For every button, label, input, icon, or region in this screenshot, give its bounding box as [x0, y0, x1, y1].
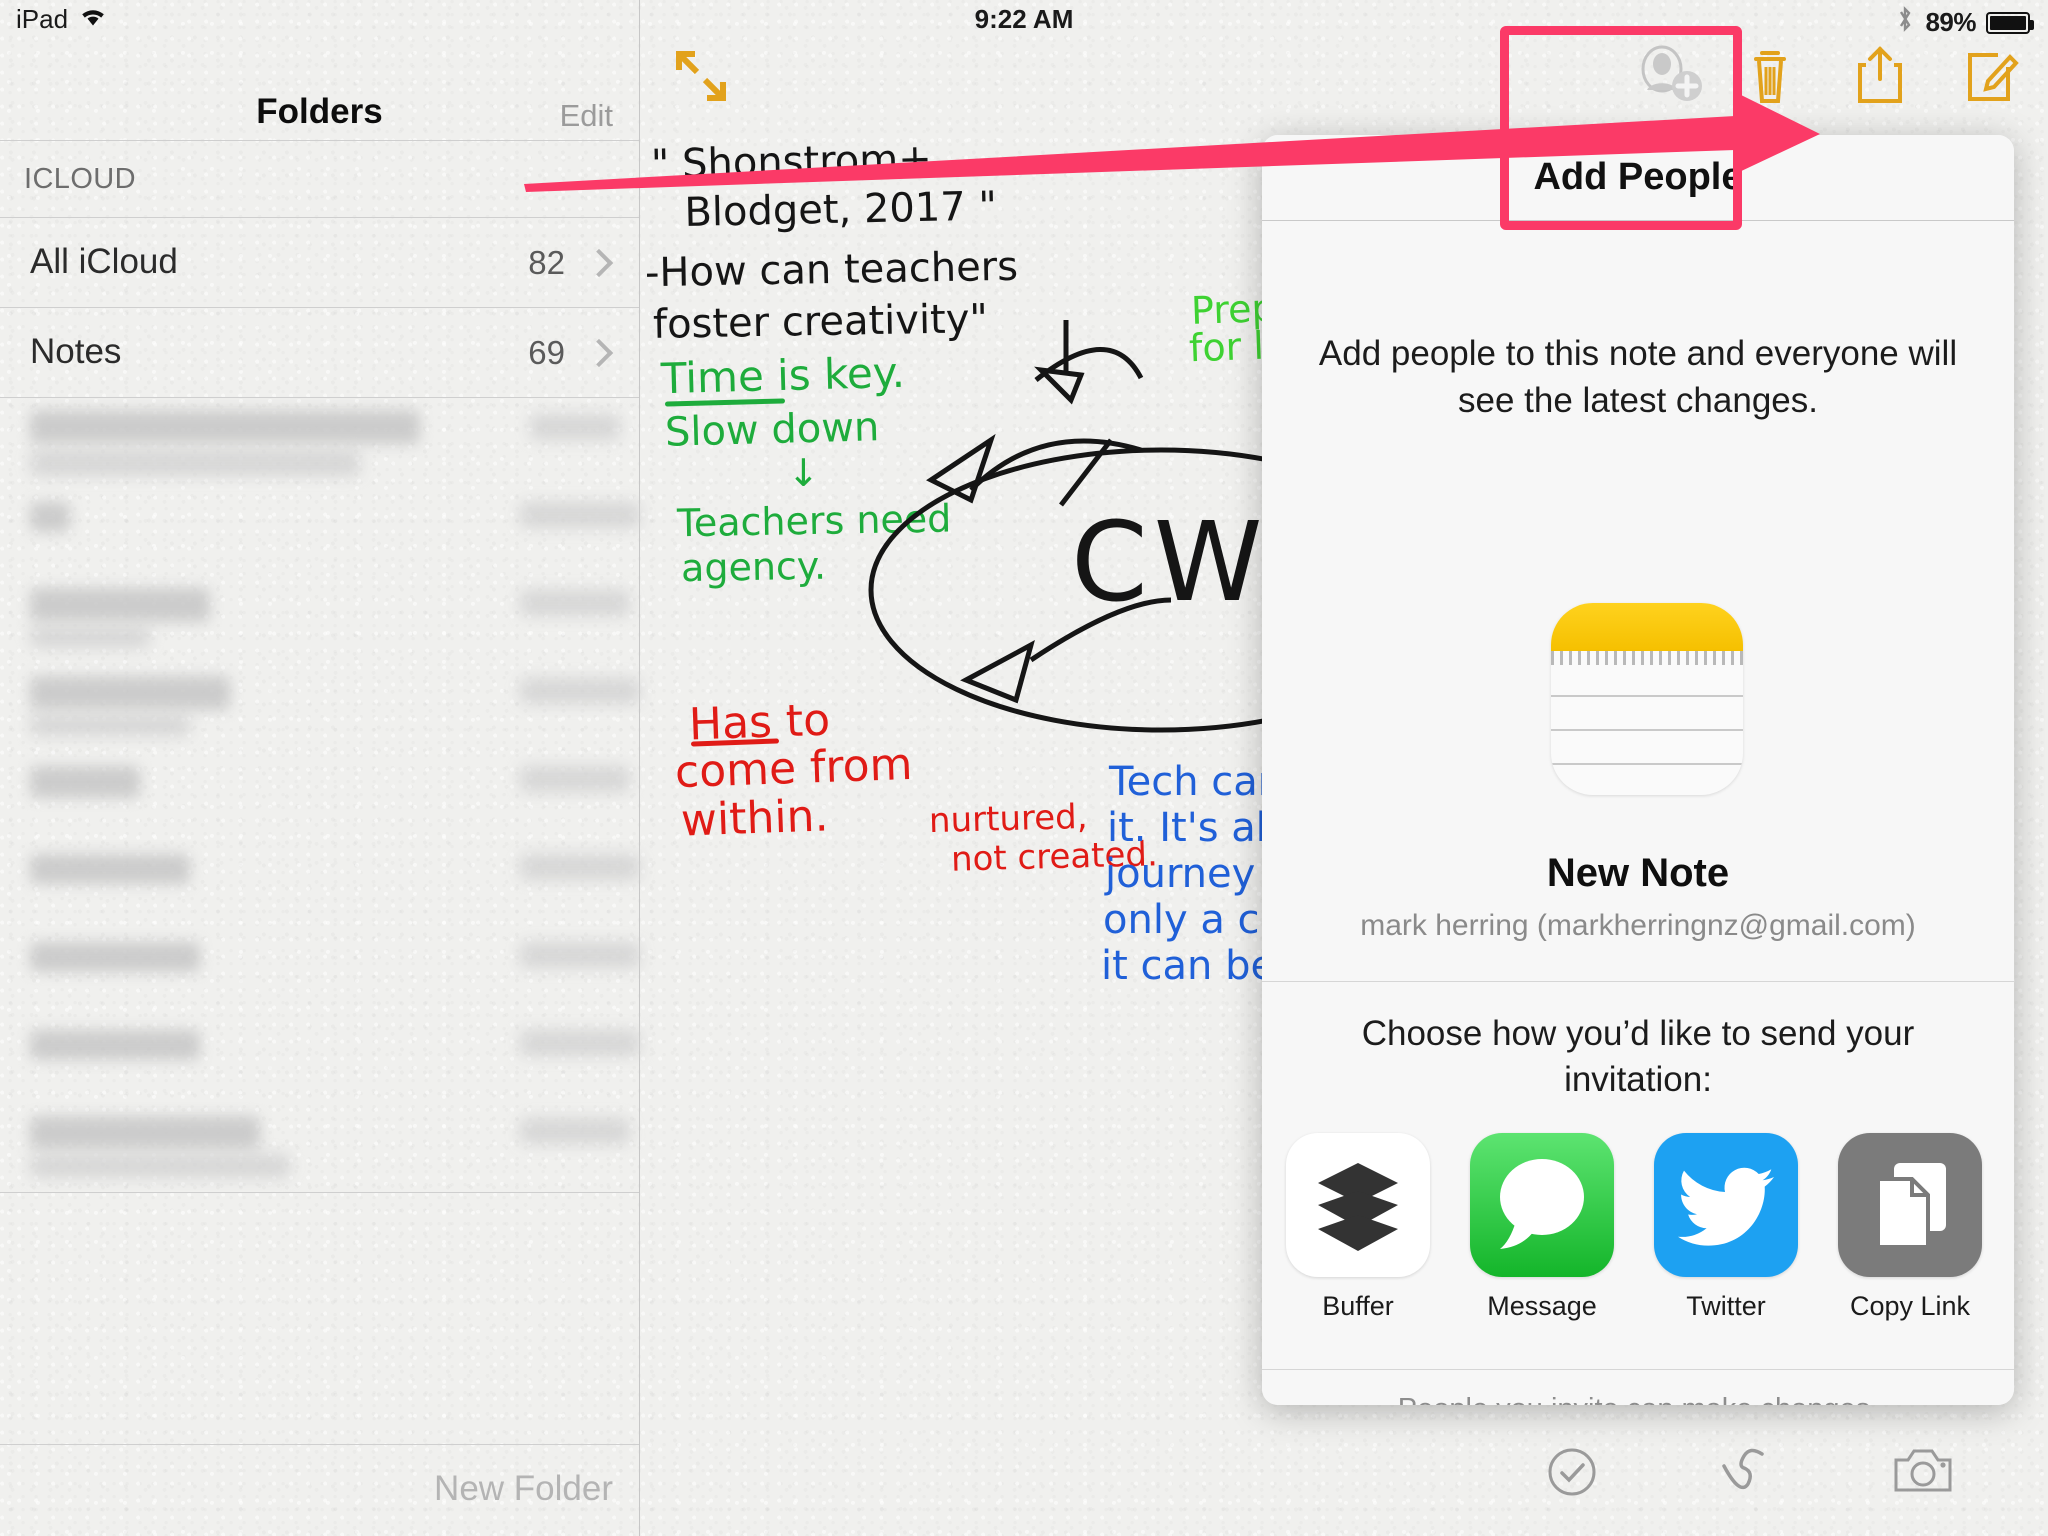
- checkmark-circle-icon[interactable]: [1544, 1444, 1600, 1500]
- handwriting-black: -How can teachers: [644, 243, 1019, 297]
- notes-app-icon: [1551, 603, 1743, 795]
- redacted-text: [30, 766, 140, 798]
- redacted-text: [520, 590, 630, 616]
- handwriting-green: Time is key.: [660, 347, 906, 404]
- folder-name: Notes: [30, 332, 122, 371]
- section-header-label: ICLOUD: [24, 163, 136, 195]
- redacted-text: [30, 1030, 200, 1060]
- folders-sidebar: Folders Edit ICLOUD All iCloud 82 Notes …: [0, 0, 640, 1536]
- redacted-text: [30, 942, 200, 972]
- redacted-text: [30, 714, 190, 736]
- list-item[interactable]: [0, 744, 639, 832]
- handwriting-green: agency.: [668, 543, 827, 591]
- twitter-icon: [1654, 1133, 1798, 1277]
- sidebar-item-all-icloud[interactable]: All iCloud 82: [0, 218, 639, 308]
- redacted-folder-list: [0, 392, 640, 1192]
- redacted-text: [30, 588, 210, 622]
- status-bar: iPad 9:22 AM 89%: [0, 0, 2048, 42]
- folder-count: 82: [528, 244, 565, 281]
- handwriting-green: Teachers need: [664, 496, 952, 546]
- compose-icon[interactable]: [1964, 45, 2022, 107]
- redacted-text: [520, 766, 630, 792]
- share-icon[interactable]: [1854, 45, 1912, 107]
- share-target-copy-link[interactable]: Copy Link: [1838, 1133, 1982, 1322]
- redacted-text: [30, 676, 230, 710]
- divider: [1262, 1369, 2014, 1370]
- list-item[interactable]: [0, 568, 639, 656]
- note-bottom-toolbar: [1544, 1444, 1952, 1500]
- messages-icon: [1470, 1133, 1614, 1277]
- note-title: New Note: [1546, 851, 1730, 895]
- popover-footer-note: People you invite can make changes.: [1262, 1393, 2014, 1405]
- handwriting-blue: it can be: [1101, 943, 1276, 989]
- list-item[interactable]: [0, 920, 640, 1008]
- sidebar-item-notes[interactable]: Notes 69: [0, 308, 639, 398]
- handwriting-red: within.: [680, 790, 830, 847]
- add-people-popover: Add People Add people to this note and e…: [1262, 135, 2014, 1405]
- share-target-message[interactable]: Message: [1470, 1133, 1614, 1322]
- redacted-text: [30, 410, 420, 444]
- handwriting-green: ↓: [715, 451, 820, 495]
- share-target-label: Buffer: [1322, 1291, 1394, 1321]
- popover-body: Add people to this note and everyone wil…: [1262, 221, 2014, 1405]
- chevron-right-icon: [589, 250, 605, 278]
- folder-count: 69: [528, 334, 565, 371]
- divider: [1262, 981, 2014, 982]
- ipad-screen: iPad 9:22 AM 89% Folders Edit ICLOUD All…: [0, 0, 2048, 1536]
- redacted-text: [530, 414, 620, 440]
- status-bar-time: 9:22 AM: [974, 4, 1074, 34]
- handwriting-black: foster creativity": [652, 296, 989, 348]
- popover-description: Add people to this note and everyone wil…: [1318, 334, 1958, 420]
- share-target-label: Copy Link: [1849, 1291, 1971, 1321]
- new-folder-button[interactable]: New Folder: [434, 1469, 613, 1509]
- redacted-text: [520, 502, 640, 528]
- redacted-text: [30, 502, 70, 532]
- redacted-text: [30, 450, 360, 476]
- share-target-buffer[interactable]: Buffer: [1286, 1133, 1430, 1322]
- list-divider: [0, 1192, 639, 1193]
- bluetooth-icon: [1895, 4, 1915, 41]
- choose-invitation-prompt: Choose how you’d like to send your invit…: [1361, 1014, 1915, 1100]
- camera-icon[interactable]: [1892, 1444, 1952, 1500]
- redacted-text: [30, 1116, 260, 1150]
- redacted-text: [520, 1118, 630, 1144]
- list-item[interactable]: [0, 656, 640, 744]
- list-item[interactable]: [0, 832, 640, 920]
- redacted-text: [30, 626, 150, 648]
- buffer-icon: [1286, 1133, 1430, 1277]
- handwriting-red: come from: [674, 738, 914, 799]
- status-bar-right: 89%: [1895, 4, 2034, 41]
- redacted-text: [520, 678, 640, 704]
- new-folder-bar: New Folder: [0, 1444, 639, 1536]
- list-item[interactable]: [0, 1096, 639, 1184]
- battery-percent: 89%: [1925, 7, 1976, 37]
- list-item[interactable]: [0, 480, 640, 568]
- handwriting-green-right: for l: [1188, 323, 1265, 371]
- redacted-text: [520, 854, 640, 880]
- share-targets-row: Buffer Message Twitter Copy Link: [1286, 1133, 2014, 1333]
- redacted-text: [30, 1154, 290, 1178]
- redacted-text: [520, 1030, 640, 1056]
- folder-name: All iCloud: [30, 242, 178, 281]
- share-target-label: Twitter: [1686, 1291, 1766, 1321]
- list-item[interactable]: [0, 1008, 640, 1096]
- redacted-text: [30, 854, 190, 884]
- list-item[interactable]: [0, 392, 639, 480]
- pointer-arrow-annotation: [524, 92, 1820, 192]
- handwriting-red-note: nurtured,: [928, 796, 1088, 842]
- handwriting-blue: it. It's ab: [1107, 805, 1282, 851]
- squiggle-markup-icon[interactable]: [1718, 1444, 1774, 1500]
- share-target-twitter[interactable]: Twitter: [1654, 1133, 1798, 1322]
- copy-link-icon: [1838, 1133, 1982, 1277]
- handwriting-blue: Tech can: [1109, 759, 1284, 805]
- note-owner: mark herring (markherringnz@gmail.com): [1360, 909, 1916, 942]
- battery-icon: [1986, 11, 2034, 34]
- share-target-label: Message: [1487, 1291, 1597, 1321]
- handwriting-green: Slow down: [664, 404, 880, 456]
- redacted-text: [520, 942, 640, 968]
- chevron-right-icon: [589, 340, 605, 368]
